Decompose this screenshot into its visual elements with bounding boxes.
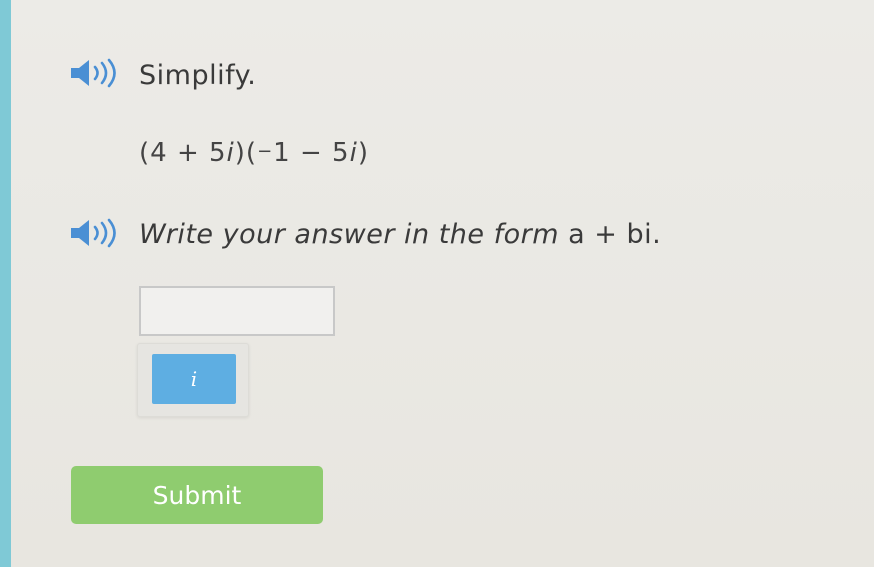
expression-part-3: 1 − 5 [273, 138, 350, 168]
answer-form-expression: a + bi [568, 219, 653, 250]
answer-form-period: . [652, 219, 662, 250]
expression-variable-2: i [349, 138, 358, 168]
imaginary-unit-key-button[interactable]: i [152, 354, 236, 404]
instruction-text: Simplify. [139, 60, 257, 91]
math-expression: (4 + 5i)(−1 − 5i) [139, 138, 369, 168]
left-accent-bar [0, 0, 11, 567]
expression-part-1: (4 + 5 [139, 138, 227, 168]
answer-form-prompt-text: Write your answer in the form [139, 219, 569, 250]
expression-part-2: )( [234, 138, 258, 168]
speaker-icon [71, 58, 116, 88]
expression-part-4: ) [357, 138, 369, 168]
answer-input[interactable] [139, 286, 335, 336]
expression-negative-sign: − [257, 141, 274, 162]
answer-form-prompt: Write your answer in the form a + bi. [139, 219, 661, 250]
audio-speaker-icon[interactable] [69, 58, 121, 88]
audio-speaker-icon-2[interactable] [69, 218, 121, 248]
math-keypad: i [137, 343, 249, 417]
expression-variable-1: i [226, 138, 235, 168]
submit-button[interactable]: Submit [71, 466, 323, 524]
speaker-icon [71, 218, 116, 248]
question-panel: Simplify. (4 + 5i)(−1 − 5i) Write your a… [11, 0, 874, 567]
